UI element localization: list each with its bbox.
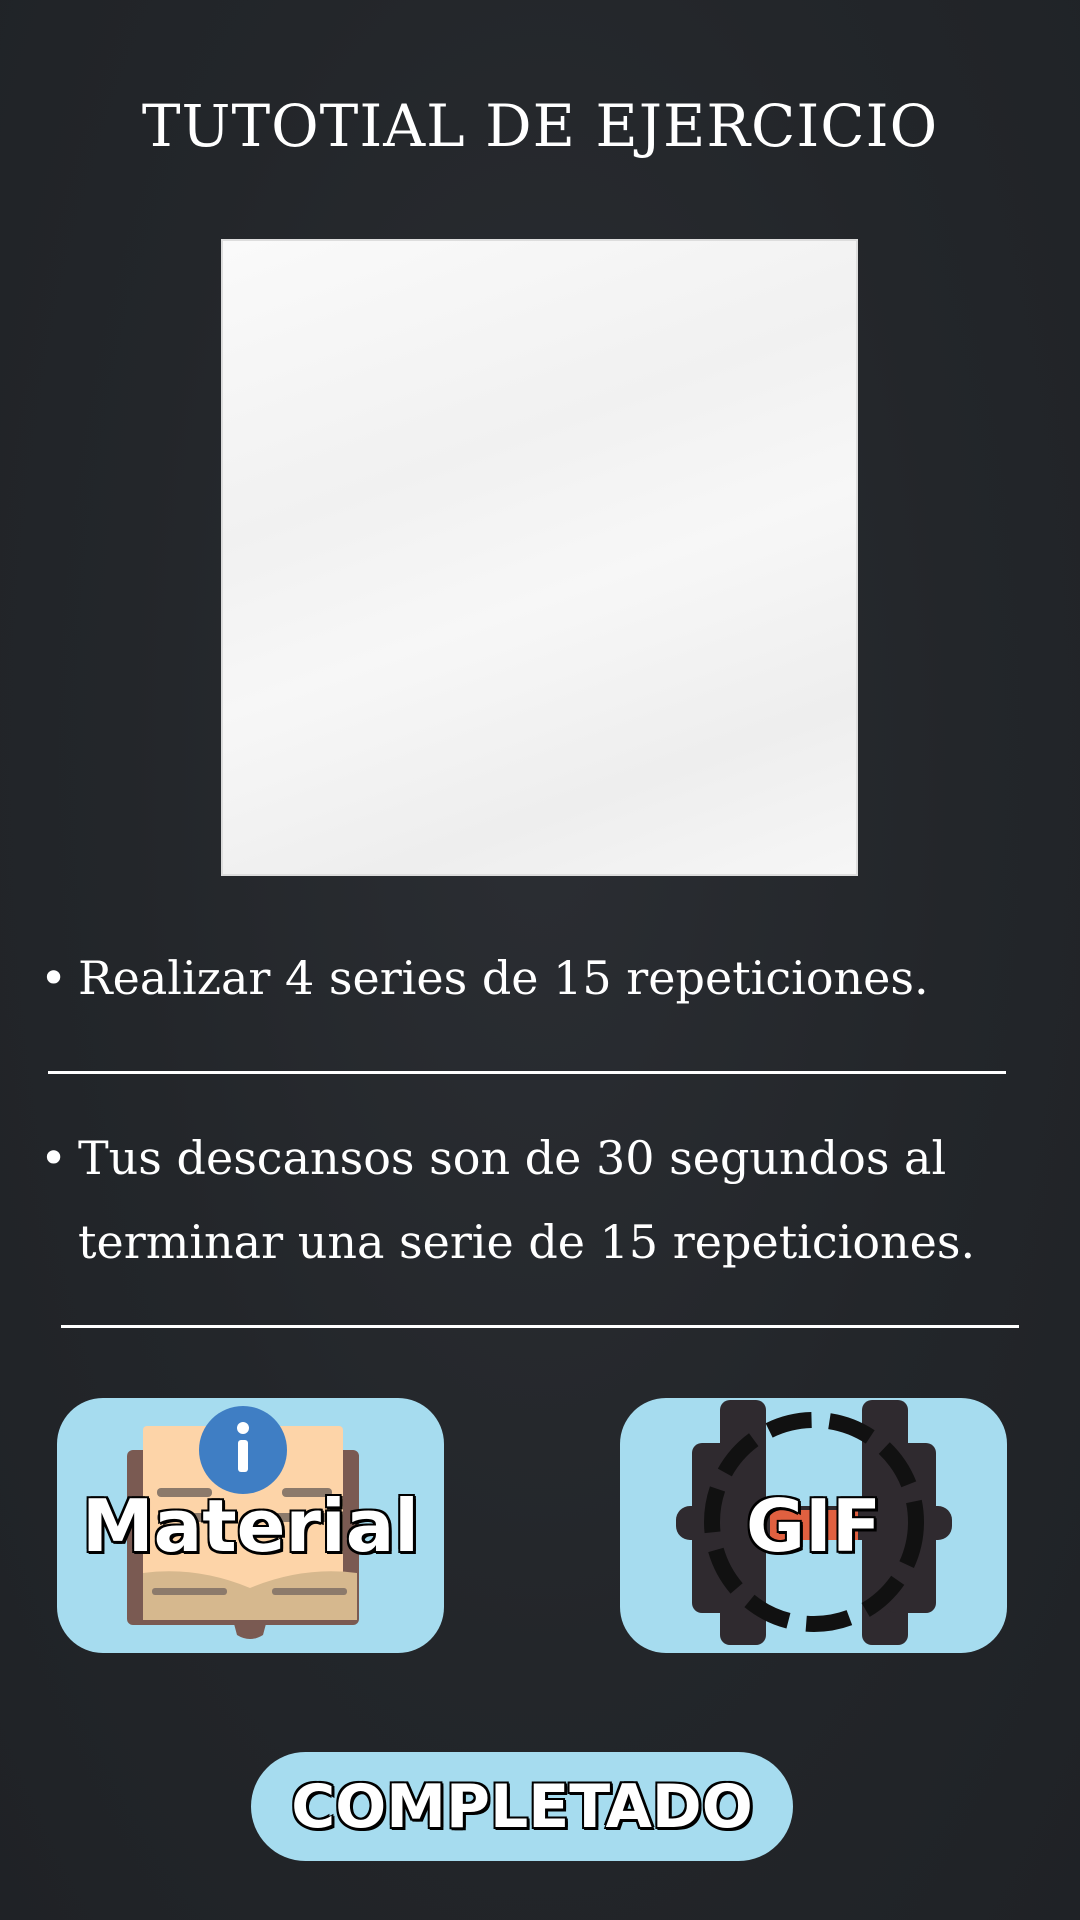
material-label: Material <box>82 1484 419 1568</box>
material-button[interactable]: Material <box>57 1398 444 1653</box>
instruction-text: terminar una serie de 15 repeticiones. <box>78 1215 976 1269</box>
instruction-1: • Realizar 4 series de 15 repeticiones. <box>40 936 929 1020</box>
divider <box>48 1071 1006 1074</box>
bullet-icon: • <box>40 1131 68 1185</box>
divider <box>61 1325 1019 1328</box>
exercise-image <box>221 239 858 876</box>
instruction-text: Realizar 4 series de 15 repeticiones. <box>78 951 929 1005</box>
page-title: TUTOTIAL DE EJERCICIO <box>141 92 939 160</box>
gif-label: GIF <box>745 1484 882 1568</box>
completado-button[interactable]: COMPLETADO <box>251 1752 793 1861</box>
completado-label: COMPLETADO <box>291 1771 753 1842</box>
instruction-text: Tus descansos son de 30 segundos al <box>78 1131 947 1185</box>
instruction-2: • Tus descansos son de 30 segundos al te… <box>40 1116 975 1284</box>
bullet-icon: • <box>40 951 68 1005</box>
gif-button[interactable]: GIF <box>620 1398 1007 1653</box>
